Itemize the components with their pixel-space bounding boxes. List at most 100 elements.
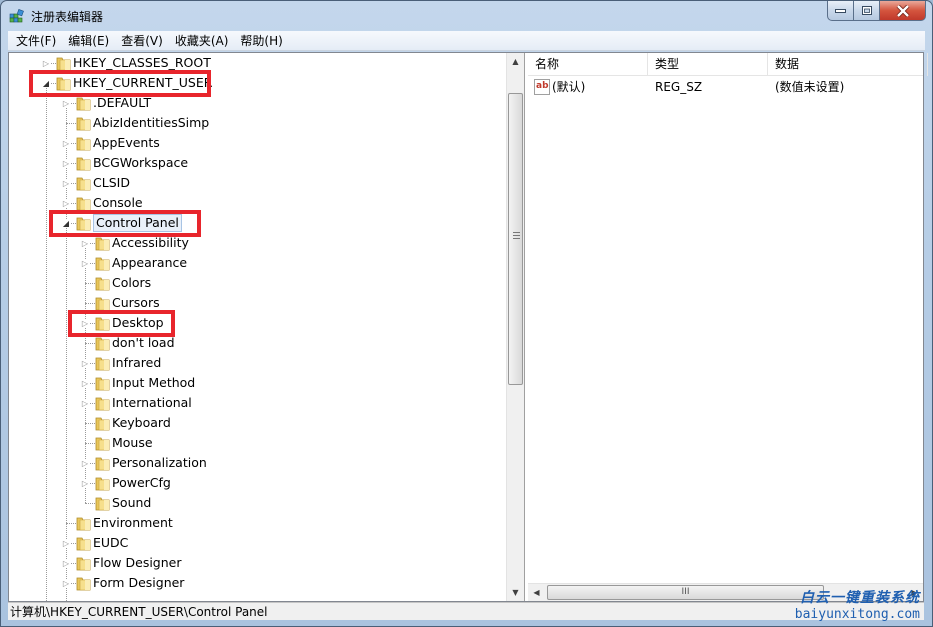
folder-icon — [76, 195, 92, 211]
tree-item[interactable]: ▷ AppEvents — [9, 133, 506, 153]
tree-item[interactable]: ▷ Desktop — [9, 313, 506, 333]
tree-item-label: Keyboard — [112, 415, 171, 430]
list-row[interactable]: ab (默认) REG_SZ (数值未设置) — [528, 77, 923, 97]
tree-vertical-scrollbar[interactable]: ▲ ▼ — [506, 53, 524, 601]
tree-item[interactable]: ▷ BCGWorkspace — [9, 153, 506, 173]
folder-icon — [76, 175, 92, 191]
tree-item[interactable]: ▷ Flow Designer — [9, 553, 506, 573]
collapse-arrow-icon[interactable]: ◢ — [62, 219, 70, 228]
close-button[interactable] — [880, 1, 926, 21]
expand-arrow-icon[interactable]: ▷ — [81, 479, 89, 488]
tree-item-label: International — [112, 395, 192, 410]
expand-arrow-icon[interactable]: ▷ — [81, 399, 89, 408]
expand-arrow-icon[interactable]: ▷ — [62, 179, 70, 188]
scroll-right-arrow-icon[interactable]: ▶ — [906, 584, 923, 601]
tree-item[interactable]: Keyboard — [9, 413, 506, 433]
column-header-type[interactable]: 类型 — [648, 53, 768, 76]
tree-item[interactable]: Mouse — [9, 433, 506, 453]
tree-item[interactable]: Sound — [9, 493, 506, 513]
tree-item[interactable]: Colors — [9, 273, 506, 293]
tree-item-label: BCGWorkspace — [93, 155, 189, 170]
column-header-data[interactable]: 数据 — [768, 53, 928, 76]
expand-arrow-icon[interactable]: ▷ — [62, 559, 70, 568]
tree-item[interactable]: ▷ Accessibility — [9, 233, 506, 253]
tree-item-label: Environment — [93, 515, 173, 530]
tree-item[interactable]: Cursors — [9, 293, 506, 313]
tree-item[interactable]: Environment — [9, 513, 506, 533]
tree-item-label: Personalization — [112, 455, 207, 470]
tree-item[interactable]: ◢ Control Panel — [9, 213, 506, 233]
menu-view[interactable]: 查看(V) — [115, 31, 169, 51]
expand-arrow-icon[interactable]: ▷ — [62, 159, 70, 168]
scroll-left-arrow-icon[interactable]: ◀ — [528, 584, 545, 601]
key-tree-pane: ▷ HKEY_CLASSES_ROOT ◢ HKEY_CURRENT_USER ▷ .DE… — [9, 53, 525, 601]
client-area: ▷ HKEY_CLASSES_ROOT ◢ HKEY_CURRENT_USER ▷ .DE… — [8, 52, 928, 602]
caption-buttons — [827, 1, 926, 21]
expand-arrow-icon[interactable]: ▷ — [81, 459, 89, 468]
folder-icon — [76, 95, 92, 111]
tree-item-label: Control Panel — [93, 214, 182, 232]
tree-item[interactable]: ▷ Input Method — [9, 373, 506, 393]
scroll-down-arrow-icon[interactable]: ▼ — [507, 584, 524, 601]
expand-arrow-icon[interactable]: ▷ — [81, 259, 89, 268]
menu-help[interactable]: 帮助(H) — [234, 31, 288, 51]
expand-arrow-icon[interactable]: ▷ — [81, 319, 89, 328]
tree-item[interactable]: ▷ Form Designer — [9, 573, 506, 593]
value-name: (默认) — [552, 80, 586, 94]
folder-icon — [95, 235, 111, 251]
menu-edit[interactable]: 编辑(E) — [62, 31, 115, 51]
menu-favorites[interactable]: 收藏夹(A) — [169, 31, 235, 51]
expand-arrow-icon[interactable]: ▷ — [62, 539, 70, 548]
tree-item[interactable]: ▷ HKEY_CLASSES_ROOT — [9, 53, 506, 73]
collapse-arrow-icon[interactable]: ◢ — [42, 79, 50, 88]
list-scroll-thumb[interactable]: III — [547, 585, 824, 600]
tree-item[interactable]: don't load — [9, 333, 506, 353]
minimize-button[interactable] — [827, 1, 854, 21]
list-header: 名称 类型 数据 — [528, 53, 928, 76]
tree-item[interactable]: ▷ International — [9, 393, 506, 413]
tree-item[interactable]: ◢ HKEY_CURRENT_USER — [9, 73, 506, 93]
menu-file[interactable]: 文件(F) — [10, 31, 62, 51]
tree-item[interactable]: AbizIdentitiesSimp — [9, 113, 506, 133]
tree-item[interactable]: ▷ EUDC — [9, 533, 506, 553]
expand-arrow-icon[interactable]: ▷ — [42, 59, 50, 68]
expand-arrow-icon[interactable]: ▷ — [81, 239, 89, 248]
registry-editor-icon — [9, 8, 26, 24]
folder-icon — [95, 295, 111, 311]
scroll-up-arrow-icon[interactable]: ▲ — [507, 53, 524, 70]
tree-scroll-thumb[interactable] — [508, 93, 523, 385]
status-path: 计算机\HKEY_CURRENT_USER\Control Panel — [10, 605, 268, 619]
folder-icon — [95, 435, 111, 451]
tree-item[interactable]: ▷ PowerCfg — [9, 473, 506, 493]
tree-item[interactable]: ▷ Appearance — [9, 253, 506, 273]
column-header-name[interactable]: 名称 — [528, 53, 648, 76]
string-value-icon: ab — [534, 79, 550, 95]
expand-arrow-icon[interactable]: ▷ — [62, 199, 70, 208]
tree-guide-line — [66, 523, 76, 524]
maximize-button[interactable] — [854, 1, 880, 21]
folder-icon — [95, 275, 111, 291]
tree-item-label: Input Method — [112, 375, 196, 390]
folder-icon — [76, 155, 92, 171]
list-horizontal-scrollbar[interactable]: ◀ III ▶ — [528, 583, 923, 601]
folder-icon — [95, 255, 111, 271]
key-tree: ▷ HKEY_CLASSES_ROOT ◢ HKEY_CURRENT_USER ▷ .DE… — [9, 53, 506, 601]
title-bar[interactable]: 注册表编辑器 — [1, 1, 932, 31]
tree-item[interactable]: ▷ Infrared — [9, 353, 506, 373]
tree-item[interactable]: ▷ Console — [9, 193, 506, 213]
tree-item-label: PowerCfg — [112, 475, 171, 490]
tree-item-label: don't load — [112, 335, 175, 350]
expand-arrow-icon[interactable]: ▷ — [62, 579, 70, 588]
expand-arrow-icon[interactable]: ▷ — [62, 99, 70, 108]
expand-arrow-icon[interactable]: ▷ — [81, 379, 89, 388]
expand-arrow-icon[interactable]: ▷ — [62, 139, 70, 148]
folder-icon — [95, 375, 111, 391]
folder-icon — [95, 475, 111, 491]
expand-arrow-icon[interactable]: ▷ — [81, 359, 89, 368]
folder-icon — [76, 215, 92, 231]
tree-item[interactable]: ▷ Personalization — [9, 453, 506, 473]
tree-item-label: HKEY_CLASSES_ROOT — [73, 55, 211, 70]
tree-item[interactable]: ▷ CLSID — [9, 173, 506, 193]
tree-item[interactable]: ▷ .DEFAULT — [9, 93, 506, 113]
folder-icon — [76, 515, 92, 531]
